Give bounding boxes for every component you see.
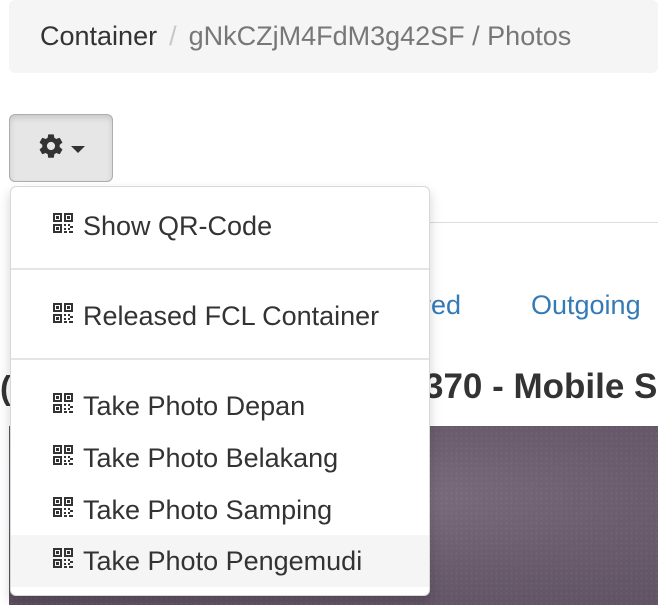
tabs-border <box>430 222 658 223</box>
qrcode-icon <box>51 546 75 577</box>
menu-item-label: Take Photo Pengemudi <box>83 545 363 576</box>
menu-item-label: Released FCL Container <box>83 300 380 331</box>
menu-item-released-fcl-container[interactable]: Released FCL Container <box>11 290 429 342</box>
menu-item-label: Take Photo Depan <box>83 390 306 421</box>
menu-item-label: Take Photo Samping <box>83 494 333 525</box>
menu-item-take-photo-belakang[interactable]: Take Photo Belakang <box>11 432 429 484</box>
gear-icon <box>37 132 65 165</box>
qrcode-icon <box>51 211 75 242</box>
qrcode-icon <box>51 301 75 332</box>
breadcrumb-container-link[interactable]: Container <box>40 21 157 52</box>
actions-dropdown-menu: Show QR-Code Released FCL Container Take… <box>10 186 430 596</box>
qrcode-icon <box>51 391 75 422</box>
menu-item-label: Show QR-Code <box>83 210 273 241</box>
tab-outgoing[interactable]: Outgoing <box>531 290 641 321</box>
qrcode-icon <box>51 443 75 474</box>
breadcrumb-separator: / <box>169 21 177 51</box>
qrcode-icon <box>51 495 75 526</box>
menu-item-label: Take Photo Belakang <box>83 442 339 473</box>
menu-item-take-photo-depan[interactable]: Take Photo Depan <box>11 380 429 432</box>
menu-item-take-photo-pengemudi[interactable]: Take Photo Pengemudi <box>11 535 429 587</box>
menu-divider <box>11 358 429 360</box>
menu-item-take-photo-samping[interactable]: Take Photo Samping <box>11 484 429 536</box>
caret-down-icon <box>71 146 85 153</box>
menu-divider <box>11 268 429 270</box>
breadcrumb: Container / gNkCZjM4FdM3g42SF / Photos <box>9 0 658 73</box>
breadcrumb-current: gNkCZjM4FdM3g42SF / Photos <box>188 21 572 51</box>
menu-item-show-qr-code[interactable]: Show QR-Code <box>11 200 429 252</box>
actions-dropdown-button[interactable] <box>9 114 113 182</box>
section-heading: 370 - Mobile S <box>424 367 658 406</box>
